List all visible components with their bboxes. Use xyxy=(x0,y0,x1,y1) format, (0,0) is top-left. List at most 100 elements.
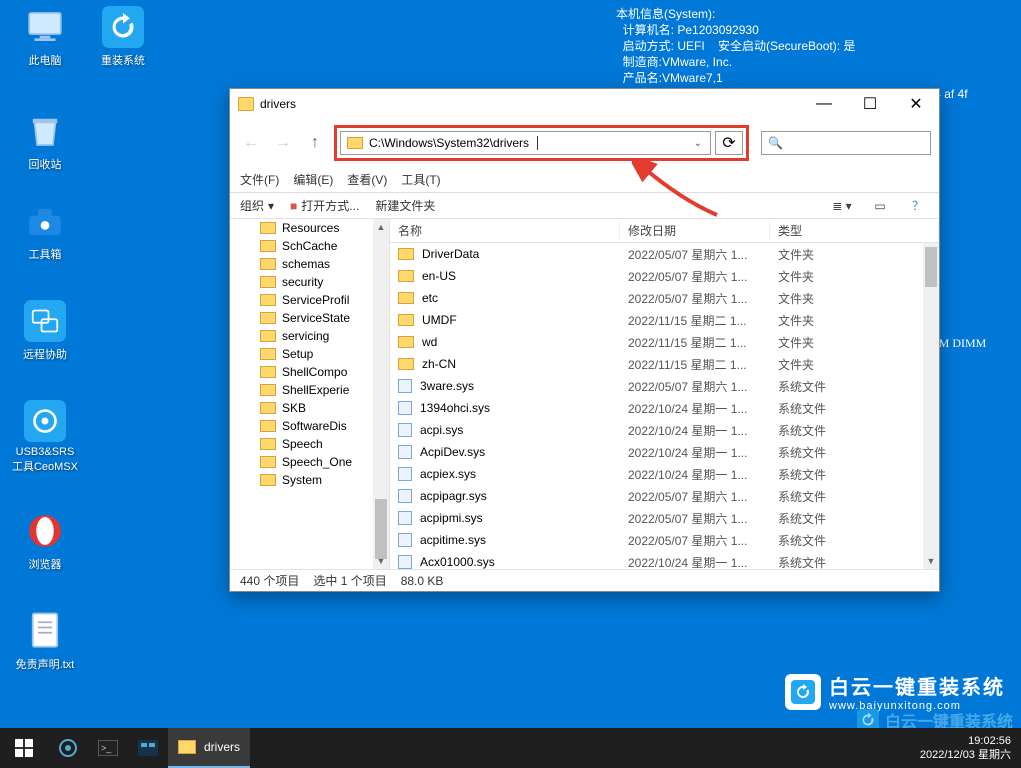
list-row[interactable]: acpipagr.sys2022/05/07 星期六 1...系统文件 xyxy=(390,485,939,507)
tree-item[interactable]: ShellExperie xyxy=(230,381,389,399)
back-button[interactable]: ← xyxy=(238,130,264,156)
close-button[interactable]: ✕ xyxy=(893,89,939,119)
list-row[interactable]: AcpiDev.sys2022/10/24 星期一 1...系统文件 xyxy=(390,441,939,463)
folder-icon xyxy=(398,314,414,326)
window-controls: — ☐ ✕ xyxy=(801,89,939,119)
scrollbar-thumb[interactable] xyxy=(925,247,937,287)
new-folder-button[interactable]: 新建文件夹 xyxy=(375,197,435,214)
column-name[interactable]: 名称 xyxy=(390,222,620,239)
folder-icon xyxy=(260,258,276,270)
menu-view[interactable]: 查看(V) xyxy=(347,171,387,188)
list-row[interactable]: Acx01000.sys2022/10/24 星期一 1...系统文件 xyxy=(390,551,939,569)
list-row[interactable]: DriverData2022/05/07 星期六 1...文件夹 xyxy=(390,243,939,265)
chevron-down-icon: ▾ xyxy=(268,199,274,213)
list-row[interactable]: zh-CN2022/11/15 星期二 1...文件夹 xyxy=(390,353,939,375)
tree-item[interactable]: ServiceState xyxy=(230,309,389,327)
desktop-icon-browser[interactable]: 浏览器 xyxy=(8,510,82,572)
open-with-button[interactable]: ■ 打开方式... xyxy=(290,197,359,214)
list-scrollbar[interactable]: ▲ ▼ xyxy=(923,243,939,569)
forward-button[interactable]: → xyxy=(270,130,296,156)
scrollbar-thumb[interactable] xyxy=(375,499,387,559)
start-button[interactable] xyxy=(0,728,48,768)
taskbar-item[interactable] xyxy=(48,728,88,768)
up-button[interactable]: ↑ xyxy=(302,130,328,156)
list-row[interactable]: en-US2022/05/07 星期六 1...文件夹 xyxy=(390,265,939,287)
chevron-down-icon[interactable]: ⌄ xyxy=(694,138,702,149)
list-row[interactable]: acpiex.sys2022/10/24 星期一 1...系统文件 xyxy=(390,463,939,485)
tree-item-label: Resources xyxy=(282,221,339,235)
list-row[interactable]: acpipmi.sys2022/05/07 星期六 1...系统文件 xyxy=(390,507,939,529)
menu-tools[interactable]: 工具(T) xyxy=(401,171,440,188)
list-row[interactable]: wd2022/11/15 星期二 1...文件夹 xyxy=(390,331,939,353)
menu-file[interactable]: 文件(F) xyxy=(240,171,279,188)
tree-item[interactable]: ServiceProfil xyxy=(230,291,389,309)
list-header[interactable]: 名称 修改日期 类型 xyxy=(390,219,939,243)
address-text: C:\Windows\System32\drivers xyxy=(369,136,529,150)
taskbar-item[interactable]: >_ xyxy=(88,728,128,768)
folder-icon xyxy=(260,438,276,450)
tree-item[interactable]: SoftwareDis xyxy=(230,417,389,435)
sys-file-icon xyxy=(398,489,412,503)
tree-item[interactable]: Speech xyxy=(230,435,389,453)
folder-icon xyxy=(260,294,276,306)
list-row[interactable]: etc2022/05/07 星期六 1...文件夹 xyxy=(390,287,939,309)
scroll-down-icon[interactable]: ▼ xyxy=(923,553,939,569)
tree-item[interactable]: servicing xyxy=(230,327,389,345)
desktop-icon-remote[interactable]: 远程协助 xyxy=(8,300,82,362)
column-date[interactable]: 修改日期 xyxy=(620,222,770,239)
scroll-down-icon[interactable]: ▼ xyxy=(373,553,389,569)
desktop-icon-label: 免责声明.txt xyxy=(16,656,75,672)
organize-button[interactable]: 组织 ▾ xyxy=(240,197,274,214)
desktop-icon-toolbox[interactable]: 工具箱 xyxy=(8,200,82,262)
folder-icon xyxy=(260,348,276,360)
desktop-icon-reinstall[interactable]: 重装系统 xyxy=(86,6,160,68)
list-row[interactable]: acpi.sys2022/10/24 星期一 1...系统文件 xyxy=(390,419,939,441)
list-row[interactable]: 3ware.sys2022/05/07 星期六 1...系统文件 xyxy=(390,375,939,397)
desktop-icon-disclaimer[interactable]: 免责声明.txt xyxy=(8,610,82,672)
desktop-icon-this-pc[interactable]: 此电脑 xyxy=(8,6,82,68)
desktop-icon-recycle-bin[interactable]: 回收站 xyxy=(8,110,82,172)
row-name: etc xyxy=(422,291,438,305)
taskbar-item[interactable] xyxy=(128,728,168,768)
row-name: acpi.sys xyxy=(420,423,463,437)
folder-tree[interactable]: Resources SchCacheschemassecurityServiceP… xyxy=(230,219,390,569)
preview-pane-button[interactable]: ▭ xyxy=(869,199,891,213)
row-type: 文件夹 xyxy=(770,290,939,307)
list-row[interactable]: 1394ohci.sys2022/10/24 星期一 1...系统文件 xyxy=(390,397,939,419)
tree-item[interactable]: security xyxy=(230,273,389,291)
address-bar[interactable]: C:\Windows\System32\drivers ⌄ xyxy=(340,131,711,155)
search-input[interactable]: 🔍 xyxy=(761,131,931,155)
refresh-button[interactable]: ⟳ xyxy=(715,131,743,155)
tree-item[interactable]: Speech_One xyxy=(230,453,389,471)
sidebar-scrollbar[interactable]: ▲ ▼ xyxy=(373,219,389,569)
list-row[interactable]: acpitime.sys2022/05/07 星期六 1...系统文件 xyxy=(390,529,939,551)
tree-item[interactable]: SchCache xyxy=(230,237,389,255)
tree-item[interactable]: Resources xyxy=(230,219,389,237)
system-tray[interactable]: 19:02:56 2022/12/03 星期六 xyxy=(920,734,1021,762)
folder-icon xyxy=(398,248,414,260)
list-row[interactable]: UMDF2022/11/15 星期二 1...文件夹 xyxy=(390,309,939,331)
view-options-button[interactable]: ≣ ▾ xyxy=(831,199,853,213)
tree-item[interactable]: Setup xyxy=(230,345,389,363)
taskbar-clock[interactable]: 19:02:56 2022/12/03 星期六 xyxy=(920,734,1011,762)
row-date: 2022/05/07 星期六 1... xyxy=(620,488,770,505)
scroll-up-icon[interactable]: ▲ xyxy=(373,219,389,235)
desktop-icon-usb-tool[interactable]: USB3&SRS 工具CeoMSX xyxy=(8,400,82,474)
status-item-count: 440 个项目 xyxy=(240,572,299,589)
brand-logo-icon xyxy=(785,674,821,710)
taskbar-item-active[interactable]: drivers xyxy=(168,728,250,768)
titlebar[interactable]: drivers — ☐ ✕ xyxy=(230,89,939,119)
row-name: acpipmi.sys xyxy=(420,511,483,525)
tree-item-label: Speech xyxy=(282,437,323,451)
column-type[interactable]: 类型 xyxy=(770,222,939,239)
menu-edit[interactable]: 编辑(E) xyxy=(293,171,333,188)
row-name: acpitime.sys xyxy=(420,533,486,547)
minimize-button[interactable]: — xyxy=(801,89,847,119)
help-button[interactable]: ？ xyxy=(907,197,929,214)
row-date: 2022/10/24 星期一 1... xyxy=(620,554,770,570)
tree-item[interactable]: schemas xyxy=(230,255,389,273)
tree-item[interactable]: SKB xyxy=(230,399,389,417)
tree-item[interactable]: ShellCompo xyxy=(230,363,389,381)
tree-item[interactable]: System xyxy=(230,471,389,489)
maximize-button[interactable]: ☐ xyxy=(847,89,893,119)
